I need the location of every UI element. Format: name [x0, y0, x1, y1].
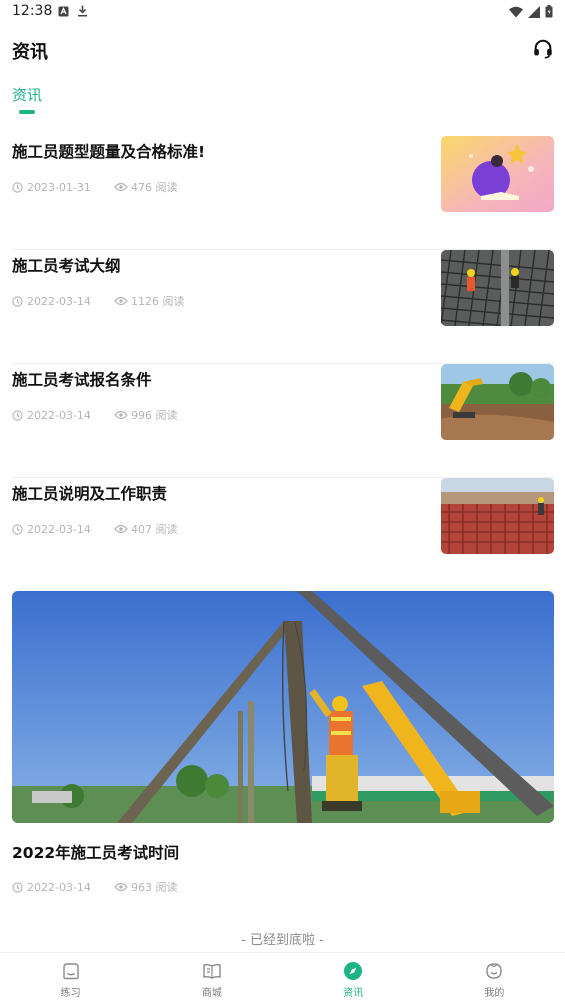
- nav-label: 我的: [484, 988, 505, 999]
- headset-icon[interactable]: [532, 38, 554, 60]
- article-meta: 2023-01-31 476 阅读: [12, 179, 178, 195]
- featured-article-title: 2022年施工员考试时间: [12, 844, 180, 862]
- clock-icon: [12, 409, 23, 421]
- notification-app-icon: [58, 6, 69, 16]
- status-right-icons: [509, 5, 553, 18]
- nav-label: 练习: [60, 988, 81, 999]
- article-date: 2023-01-31: [27, 180, 91, 194]
- eye-icon: [114, 296, 128, 306]
- article-thumbnail: [441, 136, 554, 212]
- download-icon: [78, 5, 87, 17]
- app-header: 资讯: [0, 30, 565, 70]
- article-title: 施工员说明及工作职责: [12, 485, 168, 503]
- nav-label: 商城: [201, 988, 222, 999]
- eye-icon: [114, 882, 128, 892]
- profile-icon: [486, 963, 503, 979]
- tab-bar: 资讯: [12, 84, 42, 118]
- eye-icon: [114, 182, 128, 192]
- article-views: 407 阅读: [131, 523, 178, 536]
- article-title: 施工员题型题量及合格标准!: [12, 143, 206, 161]
- practice-icon: [62, 963, 79, 980]
- article-item[interactable]: 施工员考试大纲 2022-03-14 1126 阅读: [12, 250, 554, 364]
- nav-label: 资讯: [343, 988, 364, 999]
- clock-icon: [12, 181, 23, 193]
- article-item[interactable]: 施工员考试报名条件 2022-03-14 996 阅读: [12, 364, 554, 478]
- wifi-icon: [509, 6, 523, 17]
- compass-icon: [344, 962, 363, 980]
- list-end-text: - 已经到底啦 -: [241, 933, 324, 948]
- nav-item-news[interactable]: 资讯: [283, 953, 424, 1004]
- article-meta: 2022-03-14 963 阅读: [12, 879, 178, 895]
- clock-icon: [12, 295, 23, 307]
- tab-news[interactable]: 资讯: [12, 86, 42, 104]
- bottom-nav: 练习 商城 资讯 我的: [0, 952, 565, 1004]
- featured-article-image: [12, 591, 554, 823]
- article-date: 2022-03-14: [27, 522, 91, 536]
- article-title: 施工员考试大纲: [12, 257, 121, 275]
- article-thumbnail: [441, 250, 554, 326]
- status-bar: 12:38: [0, 0, 565, 26]
- tab-indicator: [19, 110, 35, 114]
- eye-icon: [114, 524, 128, 534]
- featured-article[interactable]: 2022年施工员考试时间 2022-03-14 963 阅读: [12, 591, 554, 901]
- article-views: 1126 阅读: [131, 295, 185, 308]
- article-date: 2022-03-14: [27, 408, 91, 422]
- article-views: 996 阅读: [131, 409, 178, 422]
- article-meta: 2022-03-14 407 阅读: [12, 521, 178, 537]
- status-left-icons: [58, 5, 88, 17]
- article-thumbnail: [441, 478, 554, 554]
- nav-item-shop[interactable]: 商城: [141, 953, 282, 1004]
- article-meta: 2022-03-14 996 阅读: [12, 407, 178, 423]
- battery-icon: [545, 5, 553, 18]
- article-date: 2022-03-14: [27, 880, 91, 894]
- article-views: 476 阅读: [131, 181, 178, 194]
- article-thumbnail: [441, 364, 554, 440]
- clock-icon: [12, 881, 23, 893]
- article-date: 2022-03-14: [27, 294, 91, 308]
- nav-item-profile[interactable]: 我的: [424, 953, 565, 1004]
- status-time: 12:38: [12, 3, 53, 19]
- article-meta: 2022-03-14 1126 阅读: [12, 293, 185, 309]
- article-item[interactable]: 施工员题型题量及合格标准! 2023-01-31 476 阅读: [12, 136, 554, 250]
- article-views: 963 阅读: [131, 881, 178, 894]
- book-icon: [203, 963, 221, 979]
- signal-icon: [528, 5, 540, 18]
- article-item[interactable]: 施工员说明及工作职责 2022-03-14 407 阅读: [12, 478, 554, 592]
- clock-icon: [12, 523, 23, 535]
- article-title: 施工员考试报名条件: [12, 371, 152, 389]
- eye-icon: [114, 410, 128, 420]
- nav-item-practice[interactable]: 练习: [0, 953, 141, 1004]
- page-title: 资讯: [12, 42, 48, 63]
